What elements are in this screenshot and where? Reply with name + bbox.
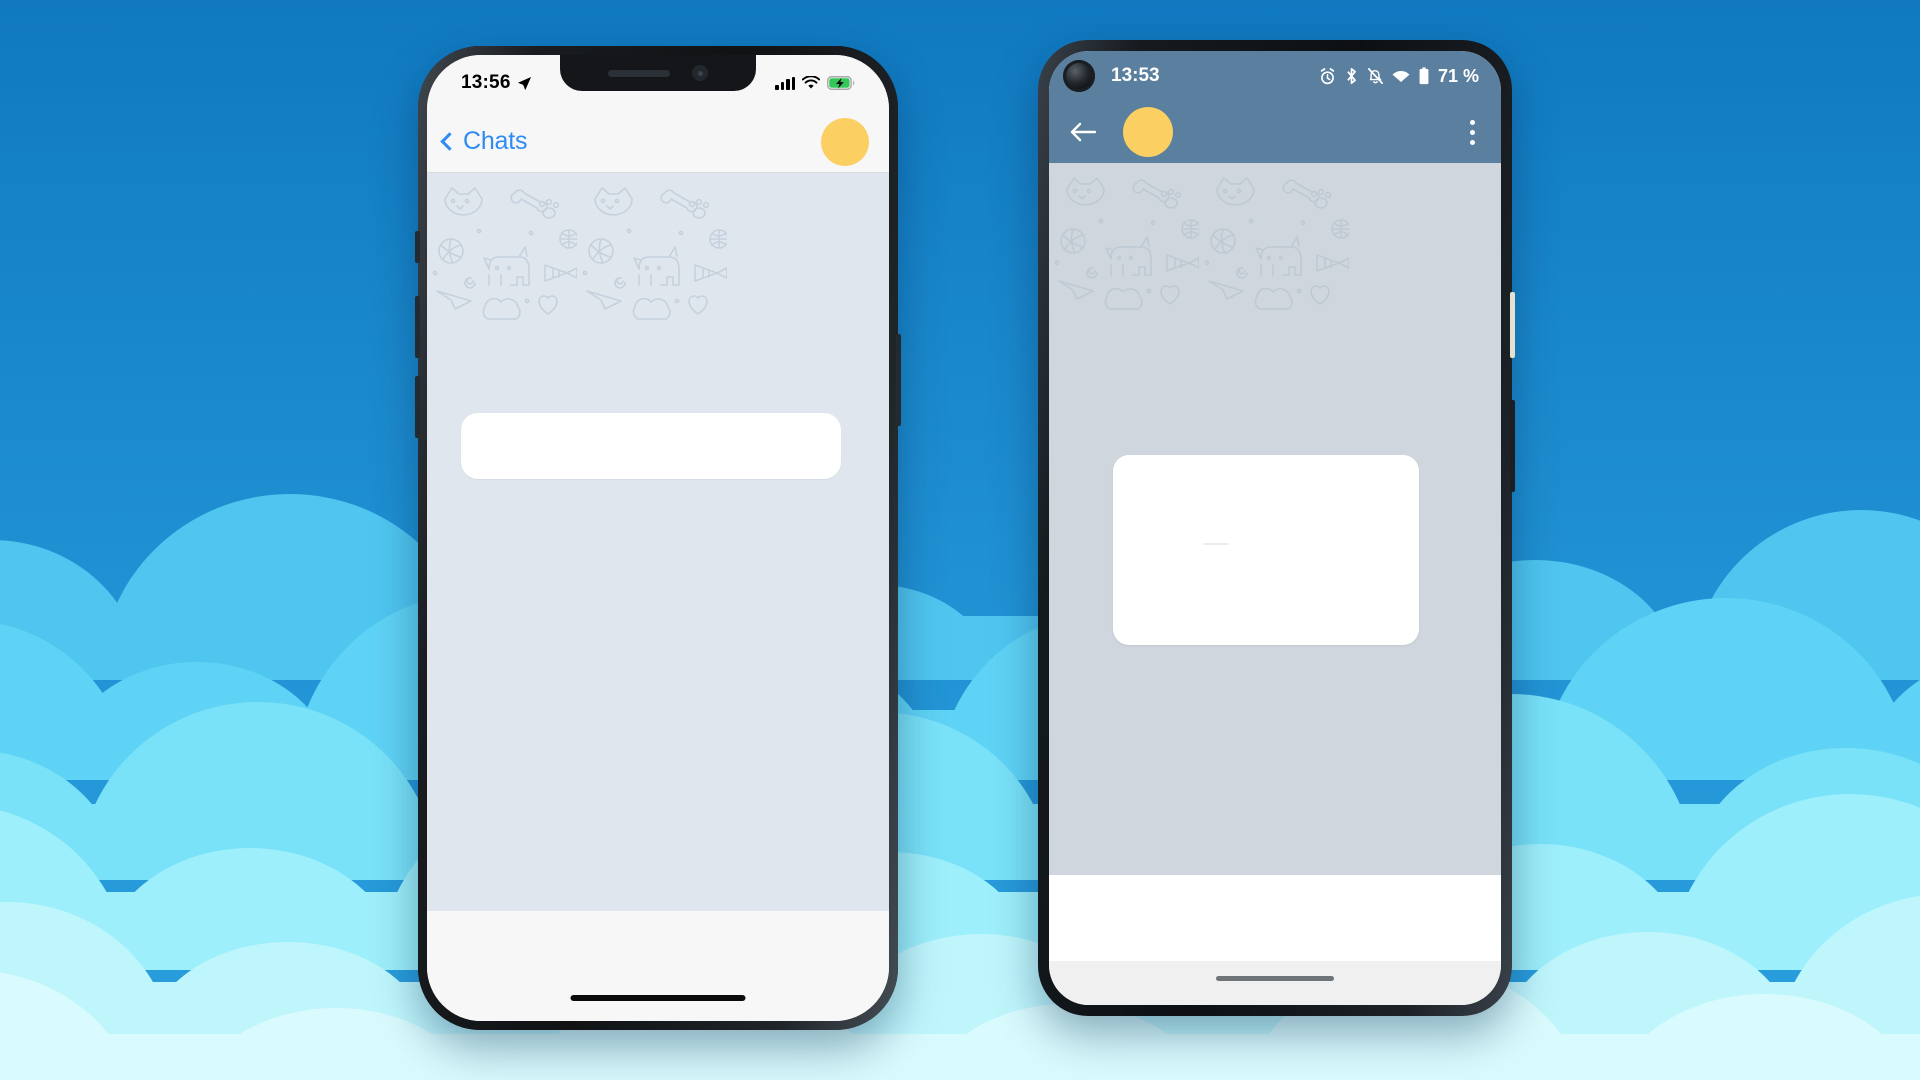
front-camera-icon (692, 65, 708, 81)
iphone-status-time-group: 13:56 (461, 72, 532, 94)
iphone-message-input-bar[interactable] (427, 911, 889, 1021)
telegram-doodle-wallpaper (1049, 163, 1349, 313)
iphone-volume-up-button[interactable] (415, 296, 420, 358)
iphone-volume-down-button[interactable] (415, 376, 420, 438)
wifi-icon (802, 76, 820, 89)
android-toolbar (1049, 101, 1501, 163)
front-camera-icon (1063, 60, 1095, 92)
cellular-signal-icon (775, 76, 795, 90)
back-button-label: Chats (463, 127, 528, 155)
iphone-power-button[interactable] (896, 334, 901, 426)
iphone-notch (560, 55, 756, 91)
android-status-left: 13:53 (1063, 60, 1160, 92)
bubble-placeholder-mark (1203, 543, 1229, 545)
iphone-nav-bar: Chats (427, 111, 889, 173)
android-status-icons: 71 % (1319, 66, 1479, 87)
battery-icon (1419, 67, 1429, 85)
gesture-pill[interactable] (1216, 976, 1334, 981)
iphone-chat-area (427, 173, 889, 911)
android-navigation-bar (1049, 961, 1501, 1005)
home-indicator-bar[interactable] (570, 995, 746, 1001)
more-vert-icon[interactable] (1466, 116, 1479, 149)
android-status-bar: 13:53 71 % (1049, 51, 1501, 101)
battery-charging-icon (827, 76, 855, 90)
iphone-device: 13:56 Chats (415, 46, 901, 1030)
sky-backdrop (0, 0, 1920, 1080)
telegram-doodle-wallpaper (427, 173, 727, 323)
android-screen: 13:53 71 % (1049, 51, 1501, 1005)
android-volume-button[interactable] (1510, 400, 1515, 492)
cloud-band-6 (0, 950, 1920, 1080)
iphone-status-icons (775, 76, 855, 90)
back-to-chats-button[interactable]: Chats (440, 127, 528, 156)
status-time: 13:53 (1111, 65, 1160, 86)
earpiece-speaker-icon (608, 69, 670, 77)
iphone-mute-switch[interactable] (415, 231, 420, 263)
message-bubble[interactable] (461, 413, 841, 479)
bluetooth-icon (1347, 67, 1356, 85)
battery-percent-label: 71 % (1437, 65, 1479, 86)
android-power-button[interactable] (1510, 292, 1515, 358)
arrow-back-icon[interactable] (1069, 120, 1097, 144)
status-time: 13:56 (461, 72, 511, 93)
android-message-input-bar[interactable] (1049, 875, 1501, 961)
wifi-icon (1392, 71, 1410, 83)
location-arrow-icon (517, 76, 531, 90)
android-chat-area (1049, 163, 1501, 875)
message-bubble[interactable] (1113, 455, 1419, 645)
iphone-screen: 13:56 Chats (427, 55, 889, 1021)
contact-avatar[interactable] (1123, 107, 1173, 157)
alarm-clock-icon (1320, 67, 1335, 84)
iphone-status-bar: 13:56 (427, 55, 889, 111)
android-device: 13:53 71 % (1038, 40, 1515, 1016)
chevron-left-icon (440, 132, 459, 151)
bell-muted-icon (1367, 68, 1383, 84)
contact-avatar[interactable] (821, 117, 869, 166)
